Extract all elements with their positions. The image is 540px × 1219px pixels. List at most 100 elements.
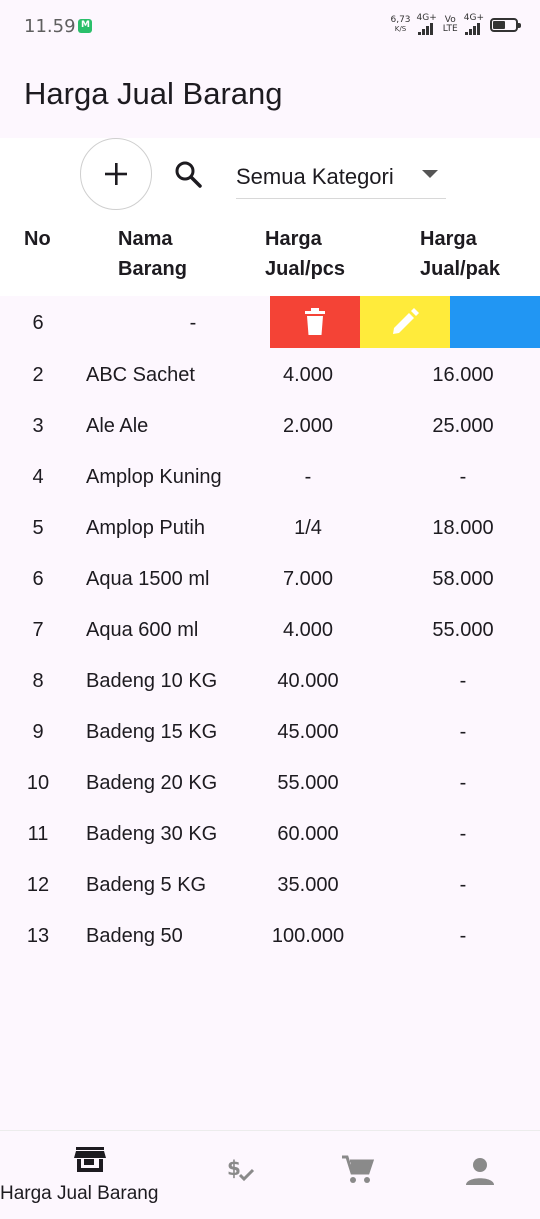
table-row[interactable]: 13 Badeng 50 100.000 -	[0, 909, 540, 960]
table-row[interactable]: 4 Amplop Kuning - -	[0, 450, 540, 501]
table-row[interactable]: 6 Aqua 1500 ml 7.000 58.000	[0, 552, 540, 603]
row-name: Badeng 30 KG	[86, 823, 218, 845]
svg-text:$: $	[227, 1156, 241, 1180]
edit-button[interactable]	[360, 296, 450, 348]
row-no: 13	[26, 925, 50, 947]
row-price-pcs: 1/4	[294, 517, 322, 539]
table-row[interactable]: 10 Badeng 20 KG 55.000 -	[0, 756, 540, 807]
row-price-pak: 18.000	[432, 517, 494, 539]
row-price-pcs: 35.000	[277, 874, 339, 896]
volte-indicator: Vo LTE	[442, 15, 458, 34]
row-no: 11	[27, 823, 49, 845]
nav-item-profile[interactable]	[440, 1131, 520, 1219]
row-no: 5	[32, 517, 44, 539]
row-name: Aqua 1500 ml	[86, 568, 210, 590]
row-price-pcs: 100.000	[271, 925, 345, 947]
row-price-pcs: 7.000	[282, 568, 334, 590]
header-price-pcs: Harga Jual/pcs	[265, 224, 345, 284]
row-name: Badeng 15 KG	[86, 721, 218, 743]
header-pcs-line2: Jual/pcs	[265, 258, 346, 280]
page-title: Harga Jual Barang	[24, 76, 283, 111]
battery-icon	[490, 17, 521, 32]
row-price-pcs: 2.000	[282, 415, 334, 437]
category-selected-value: Semua Kategori	[236, 164, 394, 189]
header-pak-line2: Jual/pak	[420, 258, 501, 280]
signal-icon	[417, 23, 436, 35]
cart-icon	[342, 1155, 374, 1183]
net-speed-unit: K/S	[394, 24, 407, 33]
nav-item-harga-jual[interactable]: Harga Jual Barang	[0, 1131, 180, 1219]
trash-icon	[305, 308, 325, 335]
header-pcs-line1: Harga	[265, 228, 322, 250]
price-table[interactable]: 6 - 2 ABC Sachet 4.000 16.000 3 Ale Ale 2.000 2…	[0, 296, 540, 1130]
bottom-navigation: Harga Jual Barang $	[0, 1130, 540, 1219]
row-no: 7	[32, 619, 44, 641]
row-price-pak: -	[459, 721, 467, 743]
status-indicators: 6,73 K/S 4G+ Vo LTE 4G+	[390, 14, 521, 35]
signal-icon	[464, 23, 483, 35]
row-no: 10	[26, 772, 50, 794]
net-speed: 6,73 K/S	[390, 14, 411, 34]
table-row[interactable]: 11 Badeng 30 KG 60.000 -	[0, 807, 540, 858]
header-name-line1: Nama	[118, 228, 173, 250]
sim2-label: 4G+	[463, 13, 484, 23]
header-name: Nama Barang	[118, 224, 187, 284]
row-price-pak: -	[459, 925, 467, 947]
row-price-pak: -	[459, 466, 467, 488]
table-row-swiped[interactable]: 6 -	[0, 296, 540, 348]
table-row[interactable]: 12 Badeng 5 KG 35.000 -	[0, 858, 540, 909]
delete-button[interactable]	[270, 296, 360, 348]
row-price-pak: -	[459, 823, 467, 845]
more-action-button[interactable]	[450, 296, 540, 348]
row-no: 12	[26, 874, 50, 896]
header-no-label: No	[24, 228, 51, 250]
row-name: Badeng 20 KG	[86, 772, 218, 794]
table-row[interactable]: 2 ABC Sachet 4.000 16.000	[0, 348, 540, 399]
row-price-pak: 25.000	[432, 415, 494, 437]
nav-item-price-check[interactable]: $	[200, 1131, 280, 1219]
row-no: 6	[32, 312, 44, 334]
notification-app-icon	[78, 19, 92, 33]
add-item-button[interactable]	[80, 138, 152, 210]
sim1-label: 4G+	[416, 13, 437, 23]
row-price-pak: 58.000	[432, 568, 494, 590]
row-price-pak: -	[459, 874, 467, 896]
row-price-pcs: 4.000	[282, 619, 334, 641]
row-price-pak: -	[459, 772, 467, 794]
net-speed-value: 6,73	[390, 14, 411, 25]
row-no: 6	[32, 568, 44, 590]
nav-label-active: Harga Jual Barang	[0, 1183, 159, 1204]
sim2-signal: 4G+	[464, 14, 484, 35]
sim1-signal: 4G+	[417, 14, 437, 35]
lte-label: LTE	[442, 23, 458, 34]
row-name: ABC Sachet	[86, 364, 195, 386]
nav-item-cart[interactable]	[320, 1131, 400, 1219]
row-price-pcs: 55.000	[277, 772, 339, 794]
row-name: Ale Ale	[86, 415, 149, 437]
header-no: No	[24, 224, 51, 254]
row-no: 4	[32, 466, 44, 488]
table-row[interactable]: 7 Aqua 600 ml 4.000 55.000	[0, 603, 540, 654]
row-price-pcs: 60.000	[277, 823, 339, 845]
chevron-down-icon	[422, 170, 438, 178]
row-price-pcs: 4.000	[282, 364, 334, 386]
row-price-pak: -	[459, 670, 467, 692]
row-name: -	[189, 312, 197, 334]
search-icon[interactable]	[172, 158, 204, 190]
table-row[interactable]: 8 Badeng 10 KG 40.000 -	[0, 654, 540, 705]
app-bar: Harga Jual Barang	[0, 56, 540, 138]
table-row[interactable]: 3 Ale Ale 2.000 25.000	[0, 399, 540, 450]
header-price-pak: Harga Jual/pak	[420, 224, 500, 284]
table-row[interactable]: 9 Badeng 15 KG 45.000 -	[0, 705, 540, 756]
price-check-icon: $	[227, 1156, 255, 1182]
row-name: Aqua 600 ml	[86, 619, 199, 641]
header-name-line2: Barang	[118, 258, 187, 280]
table-row[interactable]: 5 Amplop Putih 1/4 18.000	[0, 501, 540, 552]
row-name: Amplop Kuning	[86, 466, 222, 488]
pencil-icon	[393, 308, 419, 334]
row-no: 3	[32, 415, 44, 437]
row-no: 9	[32, 721, 44, 743]
person-icon	[466, 1158, 494, 1185]
status-bar: 11.59 6,73 K/S 4G+ Vo LTE 4G+	[0, 0, 540, 56]
category-dropdown[interactable]: Semua Kategori	[236, 156, 446, 199]
